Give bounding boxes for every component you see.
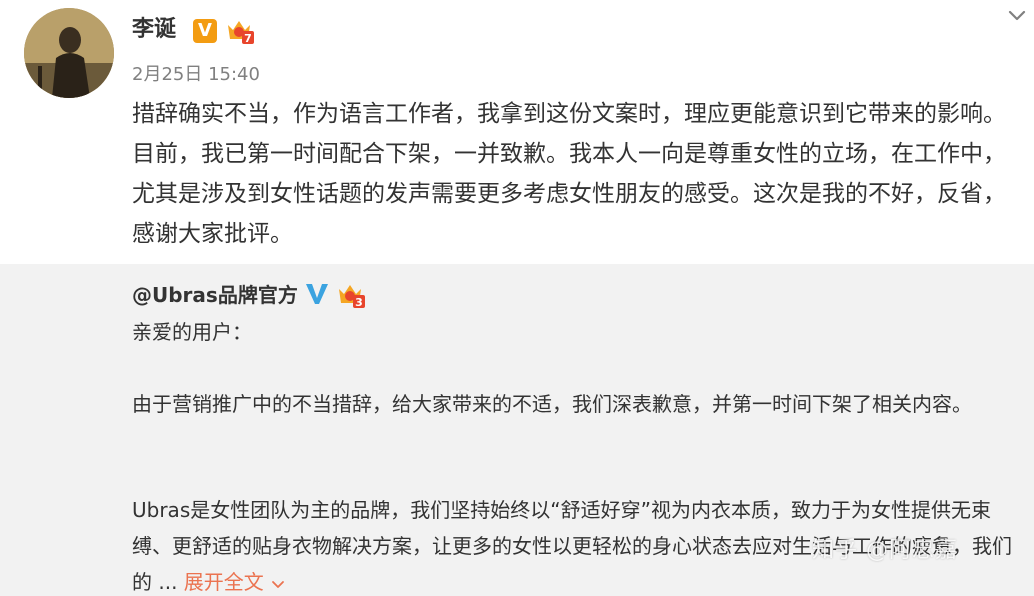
zhihu-watermark: 知乎 @阿忠嘉: [812, 538, 958, 563]
post-body-text: 措辞确实不当，作为语言工作者，我拿到这份文案时，理应更能意识到它带来的影响。目前…: [132, 101, 1006, 247]
level-crown-icon: 7: [228, 21, 254, 45]
expand-label[interactable]: 展开全文: [184, 570, 264, 594]
chevron-down-icon[interactable]: [1006, 4, 1028, 26]
expand-full-text-link[interactable]: 展开全文: [184, 570, 286, 594]
repost-greeting: 亲爱的用户：: [132, 320, 252, 344]
repost-paragraph-1: 由于营销推广中的不当措辞，给大家带来的不适，我们深表歉意，并第一时间下架了相关内…: [132, 392, 972, 416]
author-avatar[interactable]: [24, 8, 114, 98]
level-number: 3: [355, 296, 363, 309]
chevron-down-icon[interactable]: [270, 576, 286, 592]
reposted-content[interactable]: @Ubras品牌官方 3 亲爱的用户： 由于营销推广中的不当措辞，给大家带来的不…: [0, 264, 1034, 596]
verified-blue-v-icon: [306, 284, 328, 304]
vip-badge-icon: V: [193, 19, 217, 43]
level-number: 7: [244, 32, 252, 45]
level-crown-icon: 3: [339, 285, 365, 309]
repost-author-name[interactable]: @Ubras品牌官方: [132, 280, 298, 310]
post-author-name[interactable]: 李诞: [132, 14, 176, 46]
weibo-post: 李诞 V 7 2月25日 15:40 措辞确实不当，作为语言工作者，我拿到这份文…: [0, 0, 1034, 264]
post-timestamp[interactable]: 2月25日 15:40: [132, 62, 260, 88]
